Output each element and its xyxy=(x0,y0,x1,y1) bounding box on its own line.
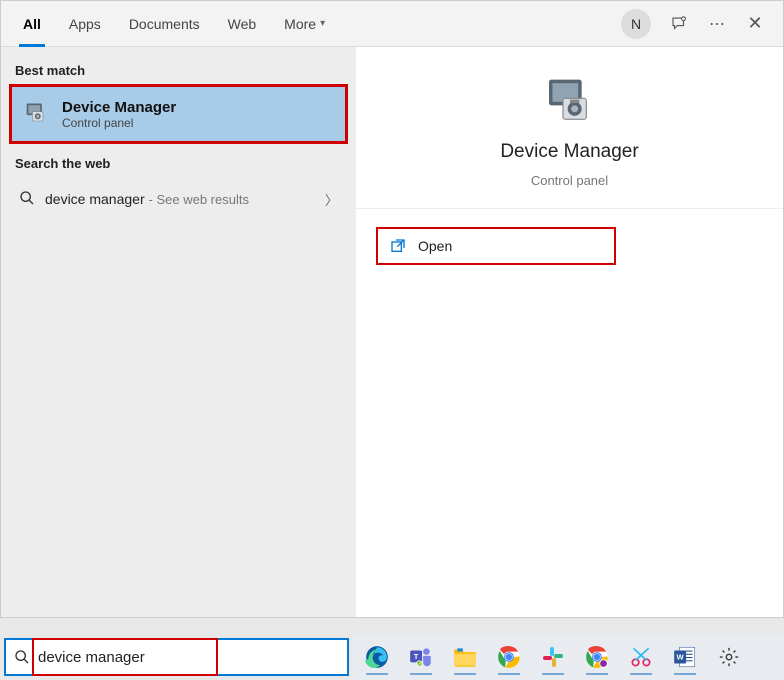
best-match-device-manager[interactable]: Device Manager Control panel xyxy=(9,84,348,144)
preview-subtitle: Control panel xyxy=(531,173,608,188)
taskbar-snip-icon[interactable] xyxy=(622,638,660,676)
taskbar-search-box[interactable] xyxy=(4,638,349,676)
best-match-title: Device Manager xyxy=(62,99,176,116)
results-left-column: Best match Device Manager Control panel … xyxy=(1,47,356,617)
preview-right-column: Device Manager Control panel Open xyxy=(356,47,783,617)
tab-all[interactable]: All xyxy=(9,1,55,47)
tab-apps[interactable]: Apps xyxy=(55,1,115,47)
tab-more[interactable]: More ▾ xyxy=(270,1,339,47)
taskbar-file-explorer-icon[interactable] xyxy=(446,638,484,676)
taskbar-chrome-icon[interactable] xyxy=(490,638,528,676)
preview-title: Device Manager xyxy=(500,141,638,163)
device-manager-small-icon xyxy=(22,100,50,128)
tab-more-label: More xyxy=(284,16,316,32)
web-result-query: device manager xyxy=(45,191,145,207)
tab-web[interactable]: Web xyxy=(214,1,271,47)
tab-documents[interactable]: Documents xyxy=(115,1,214,47)
action-open-label: Open xyxy=(418,238,452,254)
preview-header: Device Manager Control panel xyxy=(356,47,783,209)
section-search-web-label: Search the web xyxy=(1,148,356,177)
open-icon xyxy=(390,238,406,254)
user-avatar[interactable]: N xyxy=(621,9,651,39)
web-result-hint: - See web results xyxy=(149,192,249,207)
windows-search-panel: All Apps Documents Web More ▾ N ⋯ ✕ Best… xyxy=(0,0,784,618)
close-icon[interactable]: ✕ xyxy=(745,14,765,34)
svg-text:T: T xyxy=(414,652,419,661)
best-match-subtitle: Control panel xyxy=(62,116,176,130)
action-open[interactable]: Open xyxy=(376,227,616,265)
taskbar-settings-icon[interactable] xyxy=(710,638,748,676)
search-tabs-bar: All Apps Documents Web More ▾ N ⋯ ✕ xyxy=(1,1,783,47)
svg-text:W: W xyxy=(677,653,685,662)
taskbar-teams-icon[interactable]: T xyxy=(402,638,440,676)
more-options-icon[interactable]: ⋯ xyxy=(707,14,727,34)
device-manager-large-icon xyxy=(542,75,598,131)
section-best-match-label: Best match xyxy=(1,55,356,84)
taskbar-search-input[interactable] xyxy=(38,649,237,666)
taskbar-chrome-alt-icon[interactable] xyxy=(578,638,616,676)
taskbar: T W xyxy=(352,634,784,680)
search-icon xyxy=(19,190,35,209)
chevron-down-icon: ▾ xyxy=(320,18,325,29)
taskbar-word-icon[interactable]: W xyxy=(666,638,704,676)
feedback-icon[interactable] xyxy=(669,14,689,34)
taskbar-edge-icon[interactable] xyxy=(358,638,396,676)
top-right-controls: N ⋯ ✕ xyxy=(621,9,775,39)
taskbar-slack-icon[interactable] xyxy=(534,638,572,676)
search-icon xyxy=(14,649,30,665)
chevron-right-icon: 〉 xyxy=(325,190,338,209)
web-result-device-manager[interactable]: device manager - See web results 〉 xyxy=(1,177,356,221)
